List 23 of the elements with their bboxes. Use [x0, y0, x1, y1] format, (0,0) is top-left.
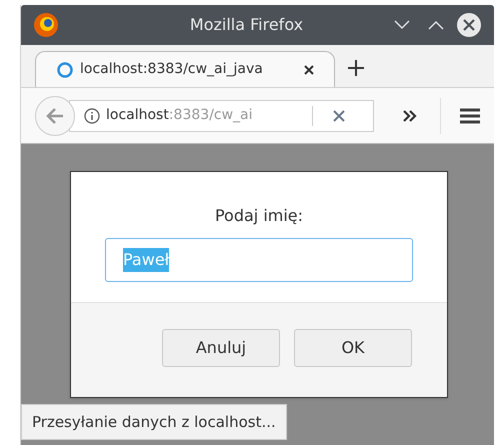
- overflow-icon[interactable]: [402, 110, 418, 122]
- new-tab-icon[interactable]: [347, 59, 365, 77]
- stop-icon[interactable]: [333, 110, 345, 122]
- minimize-icon[interactable]: [394, 20, 410, 30]
- close-tab-icon[interactable]: [304, 64, 314, 74]
- dialog-button[interactable]: OK: [294, 329, 412, 367]
- maximize-icon[interactable]: [428, 20, 444, 30]
- back-button[interactable]: [35, 96, 75, 136]
- tab-title: localhost:8383/cw_ai_java: [80, 60, 263, 79]
- close-icon[interactable]: [456, 12, 482, 38]
- info-icon: [84, 108, 100, 124]
- status-text: Przesyłanie danych z localhost...: [21, 404, 287, 440]
- dialog-button[interactable]: Anuluj: [162, 329, 280, 367]
- browser-logo-icon: [33, 12, 59, 38]
- loading-icon: [56, 60, 74, 78]
- browser-tab[interactable]: localhost:8383/cw_ai_java: [35, 51, 335, 87]
- url-field[interactable]: localhost:8383/cw_ai: [69, 100, 374, 132]
- url-text: localhost:8383/cw_ai: [106, 106, 254, 125]
- menu-icon[interactable]: [459, 106, 481, 124]
- field-value: Paweł: [123, 248, 170, 272]
- window-title: Mozilla Firefox: [188, 14, 304, 36]
- prompt-text: Podaj imię:: [214, 205, 304, 227]
- back-arrow-icon: [46, 108, 64, 124]
